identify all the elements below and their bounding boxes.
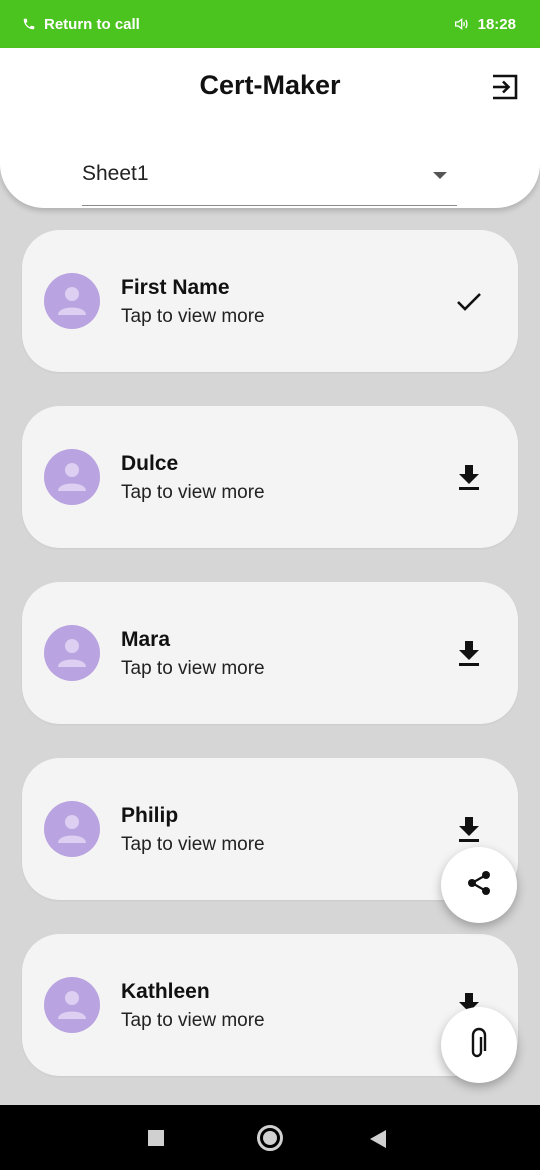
chevron-down-icon: [433, 172, 447, 179]
item-name: Philip: [121, 804, 179, 827]
return-to-call-label: Return to call: [44, 15, 140, 33]
person-icon: [58, 463, 86, 491]
volume-icon: [452, 16, 470, 32]
item-name: Dulce: [121, 452, 179, 475]
avatar: [44, 801, 100, 857]
status-bar: Return to call 18:28: [0, 0, 540, 48]
avatar: [44, 625, 100, 681]
share-icon: [465, 869, 493, 902]
item-subtitle: Tap to view more: [121, 482, 265, 503]
item-name: First Name: [121, 276, 230, 299]
page-title: Cert-Maker: [199, 70, 341, 100]
download-icon[interactable]: [456, 815, 482, 843]
list-item[interactable]: Mara Tap to view more: [22, 582, 518, 724]
return-to-call[interactable]: Return to call: [22, 16, 140, 33]
back-button[interactable]: [370, 1130, 386, 1148]
person-icon: [58, 287, 86, 315]
item-name: Kathleen: [121, 980, 210, 1003]
item-name: Mara: [121, 628, 171, 651]
item-subtitle: Tap to view more: [121, 306, 265, 327]
sheet-dropdown[interactable]: Sheet1: [82, 156, 457, 206]
item-subtitle: Tap to view more: [121, 834, 265, 855]
phone-icon: [22, 17, 36, 31]
avatar: [44, 977, 100, 1033]
download-icon[interactable]: [456, 463, 482, 491]
home-button[interactable]: [257, 1125, 283, 1151]
item-subtitle: Tap to view more: [121, 1010, 265, 1031]
share-button[interactable]: [441, 847, 517, 923]
download-icon[interactable]: [456, 639, 482, 667]
person-icon: [58, 991, 86, 1019]
item-subtitle: Tap to view more: [121, 658, 265, 679]
status-indicators: 18:28: [452, 16, 516, 33]
avatar: [44, 273, 100, 329]
logout-button[interactable]: [490, 72, 520, 102]
person-icon: [58, 639, 86, 667]
list-item[interactable]: Dulce Tap to view more: [22, 406, 518, 548]
attach-button[interactable]: [441, 1007, 517, 1083]
person-icon: [58, 815, 86, 843]
clock-time: 18:28: [477, 15, 516, 33]
logout-icon: [490, 74, 520, 106]
system-nav-bar: [0, 1105, 540, 1170]
sheet-dropdown-value: Sheet1: [82, 162, 149, 185]
list-item[interactable]: First Name Tap to view more: [22, 230, 518, 372]
check-icon[interactable]: [456, 287, 482, 315]
app-header: Cert-Maker Sheet1: [0, 48, 540, 208]
recent-apps-button[interactable]: [148, 1130, 164, 1146]
paperclip-icon: [468, 1027, 490, 1064]
app-screen: Return to call 18:28 Cert-Maker Sheet1 F…: [0, 0, 540, 1170]
avatar: [44, 449, 100, 505]
